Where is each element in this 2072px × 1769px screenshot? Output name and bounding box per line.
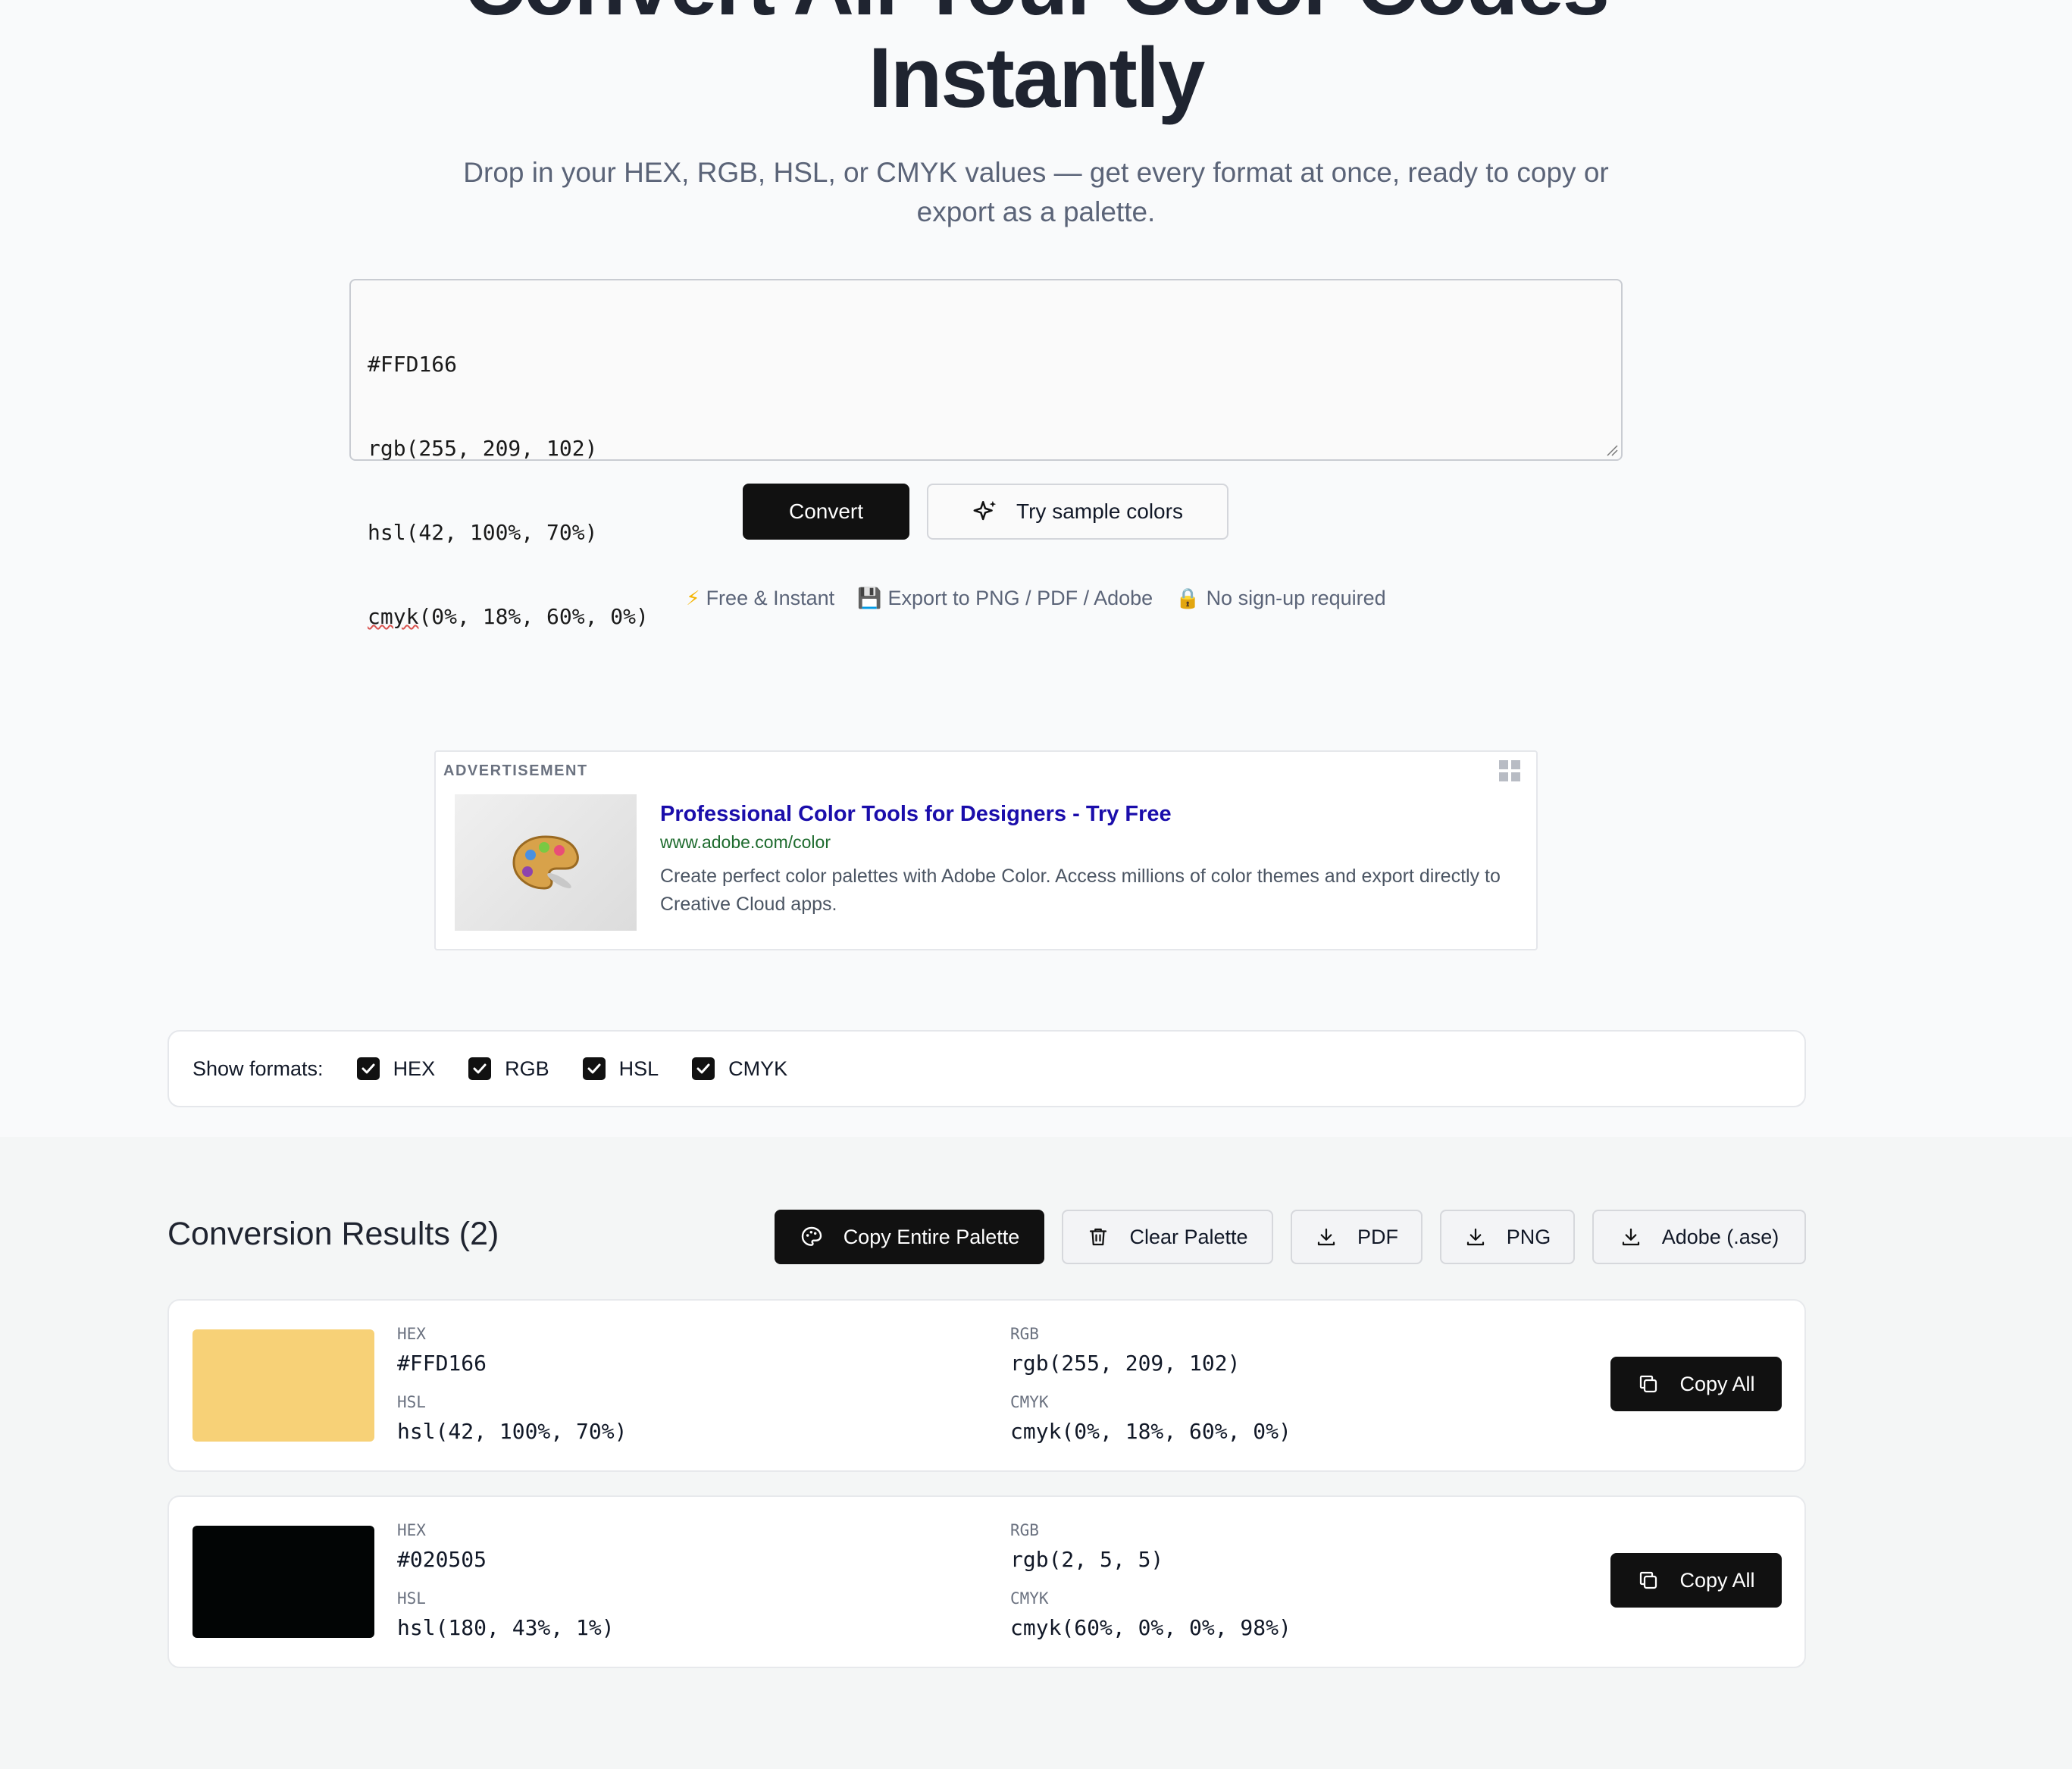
export-adobe-ase-button[interactable]: Adobe (.ase) — [1592, 1210, 1806, 1264]
download-icon — [1317, 1228, 1335, 1246]
feature-label: No sign-up required — [1206, 587, 1386, 609]
format-toggle-rgb[interactable]: RGB — [468, 1057, 549, 1081]
hex-value[interactable]: #020505 — [397, 1547, 487, 1572]
rgb-value[interactable]: rgb(2, 5, 5) — [1010, 1547, 1163, 1572]
cmyk-label: CMYK — [1010, 1589, 1049, 1608]
feature-list: ⚡ Free & Instant 💾 Export to PNG / PDF /… — [0, 587, 2072, 610]
page-title-line1: Convert All Your Color Codes — [464, 0, 1610, 33]
copy-entire-palette-label: Copy Entire Palette — [843, 1225, 1020, 1248]
format-label: RGB — [505, 1057, 549, 1080]
ad-title-link[interactable]: Professional Color Tools for Designers -… — [660, 802, 1172, 827]
palette-icon — [512, 835, 579, 890]
cmyk-label: CMYK — [1010, 1393, 1049, 1411]
convert-button[interactable]: Convert — [743, 484, 909, 540]
hsl-value[interactable]: hsl(180, 43%, 1%) — [397, 1615, 615, 1640]
format-label: HSL — [618, 1057, 659, 1080]
copy-all-button[interactable]: Copy All — [1610, 1553, 1782, 1608]
feature-label: Export to PNG / PDF / Adobe — [887, 587, 1153, 609]
color-result-card: HEX #020505 HSL hsl(180, 43%, 1%) RGB rg… — [167, 1495, 1806, 1668]
format-toggle-cmyk[interactable]: CMYK — [692, 1057, 787, 1081]
format-toggle-hex[interactable]: HEX — [356, 1057, 436, 1081]
cmyk-value[interactable]: cmyk(60%, 0%, 0%, 98%) — [1010, 1615, 1291, 1640]
ad-thumbnail[interactable] — [455, 794, 637, 931]
ad-description: Create perfect color palettes with Adobe… — [660, 866, 1501, 915]
rgb-value[interactable]: rgb(255, 209, 102) — [1010, 1351, 1240, 1376]
checkbox-checked-icon[interactable] — [692, 1057, 715, 1080]
export-pdf-label: PDF — [1357, 1225, 1398, 1248]
feature-free-instant: ⚡ Free & Instant — [686, 587, 834, 610]
hex-value[interactable]: #FFD166 — [397, 1351, 487, 1376]
hsl-label: HSL — [397, 1393, 426, 1411]
lightning-icon: ⚡ — [686, 587, 700, 609]
copy-icon — [1640, 1571, 1657, 1589]
hsl-value[interactable]: hsl(42, 100%, 70%) — [397, 1419, 627, 1444]
checkbox-checked-icon[interactable] — [356, 1057, 380, 1080]
download-icon — [1622, 1228, 1639, 1246]
try-sample-colors-button[interactable]: Try sample colors — [927, 484, 1228, 540]
format-label: HEX — [393, 1057, 436, 1080]
input-line-hex: #FFD166 — [368, 352, 458, 377]
hex-label: HEX — [397, 1325, 426, 1343]
copy-entire-palette-button[interactable]: Copy Entire Palette — [775, 1210, 1044, 1264]
copy-all-label: Copy All — [1679, 1568, 1755, 1592]
lock-icon: 🔒 — [1175, 587, 1200, 609]
feature-export: 💾 Export to PNG / PDF / Adobe — [857, 587, 1153, 610]
checkbox-checked-icon[interactable] — [582, 1057, 606, 1080]
feature-no-signup: 🔒 No sign-up required — [1175, 587, 1386, 610]
trash-icon — [1090, 1228, 1107, 1246]
format-label: CMYK — [728, 1057, 788, 1080]
floppy-disk-icon: 💾 — [857, 587, 882, 609]
hex-label: HEX — [397, 1521, 426, 1539]
feature-label: Free & Instant — [706, 587, 835, 609]
ad-options-icon[interactable] — [1498, 759, 1521, 782]
sparkles-icon — [973, 500, 997, 521]
convert-button-label: Convert — [788, 499, 864, 523]
color-input-textarea[interactable]: #FFD166 rgb(255, 209, 102) hsl(42, 100%,… — [349, 279, 1623, 629]
checkbox-checked-icon[interactable] — [468, 1057, 492, 1080]
rgb-label: RGB — [1010, 1325, 1039, 1343]
cmyk-value[interactable]: cmyk(0%, 18%, 60%, 0%) — [1010, 1419, 1291, 1444]
export-png-button[interactable]: PNG — [1440, 1210, 1575, 1264]
copy-all-label: Copy All — [1679, 1372, 1755, 1395]
resize-handle-icon[interactable] — [1604, 443, 1618, 456]
ad-url-link[interactable]: www.adobe.com/color — [660, 832, 831, 853]
clear-palette-label: Clear Palette — [1129, 1225, 1248, 1248]
results-title: Conversion Results (2) — [167, 1216, 499, 1252]
advertisement[interactable]: ADVERTISEMENT Professional Color Tools f… — [434, 750, 1538, 950]
rgb-label: RGB — [1010, 1521, 1039, 1539]
format-toggle-hsl[interactable]: HSL — [582, 1057, 659, 1081]
copy-icon — [1640, 1375, 1657, 1393]
color-swatch — [192, 1526, 374, 1638]
hsl-label: HSL — [397, 1589, 426, 1608]
page: Convert All Your Color Codes Instantly D… — [0, 0, 2072, 1769]
export-pdf-button[interactable]: PDF — [1291, 1210, 1423, 1264]
page-title-line2: Instantly — [868, 30, 1206, 125]
format-filter-label: Show formats: — [192, 1057, 324, 1080]
export-png-label: PNG — [1506, 1225, 1551, 1248]
export-adobe-ase-label: Adobe (.ase) — [1661, 1225, 1779, 1248]
format-filter-panel: Show formats: HEX RGB HSL CMYK — [167, 1030, 1806, 1107]
download-icon — [1466, 1228, 1484, 1246]
page-subtitle: Drop in your HEX, RGB, HSL, or CMYK valu… — [463, 157, 1609, 227]
try-sample-colors-label: Try sample colors — [1016, 499, 1183, 523]
input-line-rgb: rgb(255, 209, 102) — [368, 436, 598, 461]
ad-label: ADVERTISEMENT — [443, 762, 588, 779]
clear-palette-button[interactable]: Clear Palette — [1062, 1210, 1273, 1264]
palette-icon — [801, 1226, 822, 1246]
copy-all-button[interactable]: Copy All — [1610, 1357, 1782, 1411]
page-title: Convert All Your Color Codes Instantly — [0, 0, 2072, 124]
color-result-card: HEX #FFD166 HSL hsl(42, 100%, 70%) RGB r… — [167, 1299, 1806, 1472]
color-swatch — [192, 1329, 374, 1442]
